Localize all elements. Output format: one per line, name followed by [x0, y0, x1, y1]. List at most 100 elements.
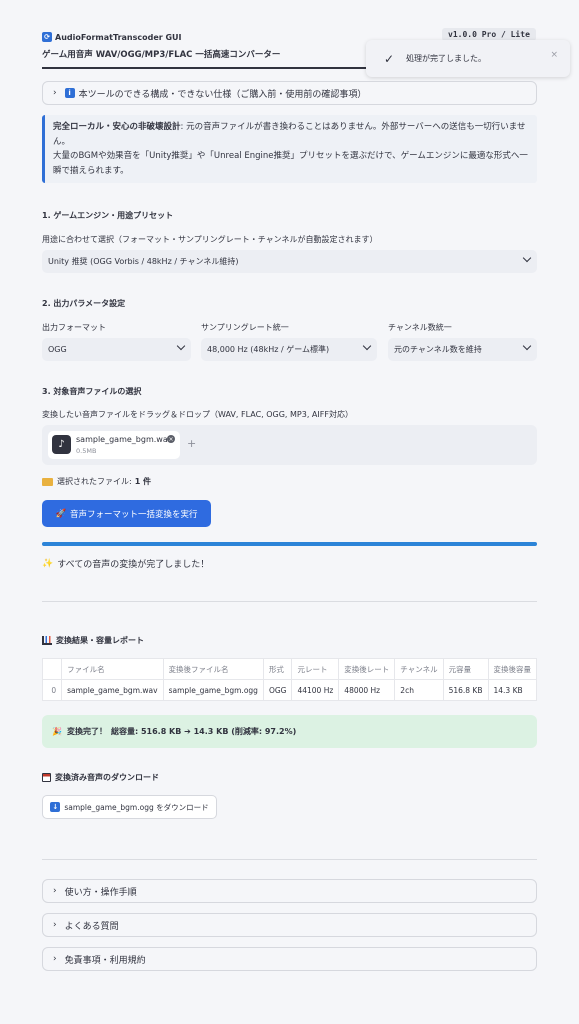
info-box: 完全ローカル・安心の非破壊設計: 元の音声ファイルが書き換わることはありません。… [42, 115, 537, 183]
divider [42, 859, 537, 860]
version-text: v1.0.0 Pro / Lite [448, 30, 530, 39]
music-note-icon: ♪ [52, 435, 71, 454]
cell-new-rate: 48000 Hz [338, 679, 396, 701]
preset-label: 用途に合わせて選択（フォーマット・サンプリングレート・チャンネルが自動設定されま… [42, 235, 378, 244]
cell-output-name: sample_game_bgm.ogg [162, 679, 264, 701]
done-message: すべての音声の変換が完了しました！ [57, 560, 210, 570]
format-select[interactable]: OGG [42, 338, 191, 361]
col-new-rate: 変換後レート [338, 658, 396, 680]
section2-heading: 2. 出力パラメータ設定 [42, 299, 126, 308]
info-text-2: 大量のBGMや効果音を「Unity推奨」や「Unreal Engine推奨」プリ… [53, 151, 528, 176]
table-row: 0 sample_game_bgm.wav sample_game_bgm.og… [42, 679, 537, 701]
cell-new-size: 14.3 KB [487, 679, 537, 701]
download-heading: 変換済み音声のダウンロード [55, 773, 159, 782]
chevron-down-icon [522, 341, 532, 351]
run-convert-button[interactable]: 🚀 音声フォーマット一括変換を実行 [42, 500, 211, 527]
remove-file-icon[interactable]: × [167, 435, 175, 443]
done-message-row: ✨ すべての音声の変換が完了しました！ [42, 557, 210, 571]
expander-label: 使い方・操作手順 [64, 887, 137, 898]
col-orig-rate: 元レート [291, 658, 340, 680]
results-table-wrap[interactable]: ファイル名 変換後ファイル名 形式 元レート 変換後レート チャンネル 元容量 … [42, 658, 537, 701]
expander-tool-specs[interactable]: › i 本ツールのできる構成・できない仕様（ご購入前・使用前の確認事項） [42, 81, 537, 105]
rate-value: 48,000 Hz (48kHz / ゲーム標準) [207, 345, 330, 354]
expander-usage[interactable]: › 使い方・操作手順 [42, 879, 537, 903]
folder-icon [42, 477, 53, 486]
progress-bar [42, 542, 537, 546]
file-dropzone[interactable]: ♪ sample_game_bgm.wav 0.5MB × + [42, 425, 537, 465]
section1-heading: 1. ゲームエンジン・用途プリセット [42, 211, 174, 220]
info-bold-text: 完全ローカル・安心の非破壊設計 [53, 122, 181, 132]
cell-orig-size: 516.8 KB [442, 679, 489, 701]
app-logo-icon: ⟳ [42, 32, 52, 42]
success-bold-text: 変換完了！ [66, 727, 107, 736]
channel-value: 元のチャンネル数を維持 [394, 345, 482, 354]
channel-label: チャンネル数統一 [388, 323, 452, 332]
chart-icon [42, 636, 52, 645]
cell-format: OGG [262, 679, 293, 701]
col-new-size: 変換後容量 [487, 658, 537, 680]
expander-faq[interactable]: › よくある質問 [42, 913, 537, 937]
info-icon: i [64, 88, 75, 98]
selected-files-summary: 選択されたファイル: 1 件 [42, 476, 151, 487]
download-button[interactable]: ↓ sample_game_bgm.ogg をダウンロード [42, 795, 217, 819]
chevron-right-icon: › [53, 886, 57, 896]
results-heading: 変換結果・容量レポート [56, 636, 144, 645]
chevron-right-icon: › [53, 954, 57, 964]
download-button-label: sample_game_bgm.ogg をダウンロード [64, 802, 209, 812]
sparkle-icon: ✨ [42, 558, 54, 569]
col-channel: チャンネル [394, 658, 444, 680]
add-file-icon[interactable]: + [187, 437, 196, 450]
chevron-right-icon: › [53, 88, 57, 98]
file-name: sample_game_bgm.wav [76, 435, 173, 444]
cell-file-name: sample_game_bgm.wav [61, 679, 164, 701]
table-header-row: ファイル名 変換後ファイル名 形式 元レート 変換後レート チャンネル 元容量 … [42, 658, 537, 680]
upload-label: 変換したい音声ファイルをドラッグ＆ドロップ（WAV, FLAC, OGG, MP… [42, 410, 353, 419]
chevron-right-icon: › [53, 920, 57, 930]
cell-channel: 2ch [394, 679, 444, 701]
format-label: 出力フォーマット [42, 323, 106, 332]
toast-message: 処理が完了しました。 [406, 54, 487, 63]
results-heading-row: 変換結果・容量レポート [42, 635, 144, 646]
rocket-icon: 🚀 [55, 508, 67, 519]
progress-fill [42, 542, 537, 546]
chevron-down-icon [176, 341, 186, 351]
chevron-down-icon [522, 253, 532, 263]
app-subtitle: ゲーム用音声 WAV/OGG/MP3/FLAC 一括高速コンバーター [42, 50, 281, 60]
col-output-name: 変換後ファイル名 [162, 658, 264, 680]
preset-value: Unity 推奨 (OGG Vorbis / 48kHz / チャンネル維持) [48, 257, 239, 266]
selected-prefix: 選択されたファイル: [57, 477, 132, 486]
channel-select[interactable]: 元のチャンネル数を維持 [388, 338, 537, 361]
divider [42, 601, 537, 602]
expander-label: よくある質問 [64, 921, 119, 932]
toast-close-icon[interactable]: × [550, 50, 558, 60]
preset-select[interactable]: Unity 推奨 (OGG Vorbis / 48kHz / チャンネル維持) [42, 250, 537, 273]
floppy-disk-icon [42, 773, 51, 782]
success-box: 🎉 変換完了！ 総容量: 516.8 KB ➔ 14.3 KB (削減率: 97… [42, 715, 537, 748]
download-heading-row: 変換済み音声のダウンロード [42, 772, 159, 783]
format-value: OGG [48, 345, 67, 354]
section3-heading: 3. 対象音声ファイルの選択 [42, 387, 142, 396]
cell-index: 0 [42, 679, 63, 701]
success-text: 総容量: 516.8 KB ➔ 14.3 KB (削減率: 97.2%) [110, 727, 297, 736]
app-title-row: ⟳ AudioFormatTranscoder GUI [42, 32, 182, 42]
expander-label: 免責事項・利用規約 [64, 955, 146, 966]
col-orig-size: 元容量 [442, 658, 489, 680]
expander-terms[interactable]: › 免責事項・利用規約 [42, 947, 537, 971]
rate-label: サンプリングレート統一 [201, 323, 289, 332]
celebrate-icon: 🎉 [52, 727, 62, 736]
rate-select[interactable]: 48,000 Hz (48kHz / ゲーム標準) [201, 338, 377, 361]
results-table: ファイル名 変換後ファイル名 形式 元レート 変換後レート チャンネル 元容量 … [42, 658, 537, 701]
toast-notification: ✓ 処理が完了しました。 × [366, 40, 570, 77]
run-button-label: 音声フォーマット一括変換を実行 [70, 509, 198, 520]
file-chip: ♪ sample_game_bgm.wav 0.5MB × [48, 431, 180, 459]
download-icon: ↓ [50, 802, 61, 812]
file-size: 0.5MB [76, 447, 97, 455]
check-icon: ✓ [384, 51, 395, 66]
col-file-name: ファイル名 [61, 658, 164, 680]
expander-label: 本ツールのできる構成・できない仕様（ご購入前・使用前の確認事項） [78, 89, 367, 100]
selected-count: 1 件 [134, 477, 152, 486]
chevron-down-icon [362, 341, 372, 351]
col-format: 形式 [262, 658, 293, 680]
col-index [42, 658, 63, 680]
app-name: AudioFormatTranscoder GUI [55, 32, 182, 42]
